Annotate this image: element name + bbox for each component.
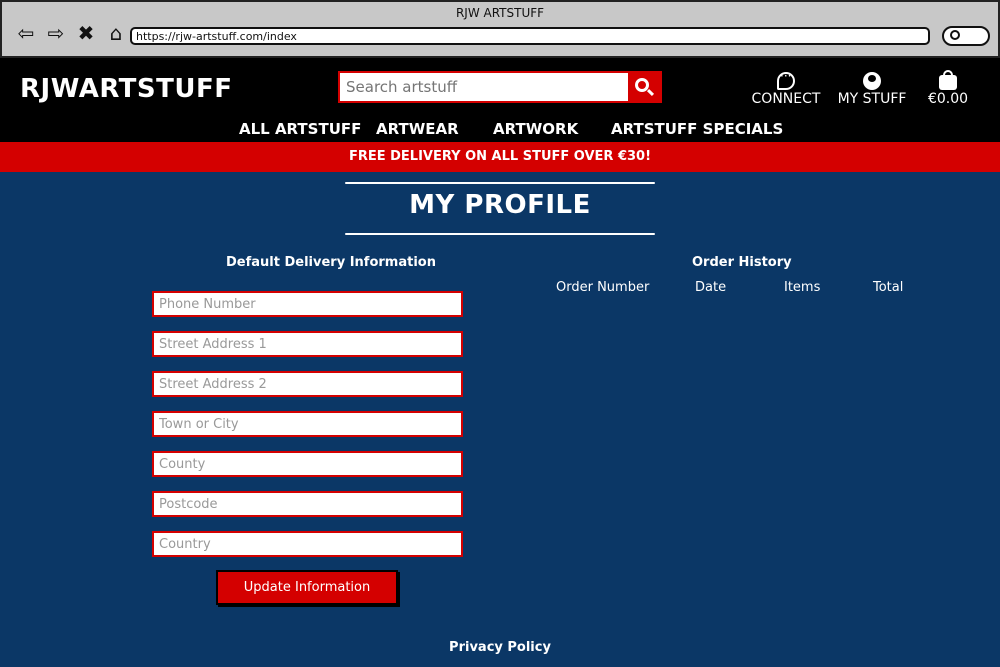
search-input[interactable] [340, 73, 628, 101]
nav-item-artstuff-specials[interactable]: ARTSTUFF SPECIALS [611, 120, 783, 138]
chat-bubble-icon [777, 69, 795, 90]
nav-item-all-artstuff[interactable]: ALL ARTSTUFF [239, 120, 361, 138]
window-title: RJW ARTSTUFF [455, 6, 545, 20]
town-or-city-field[interactable] [152, 411, 463, 437]
back-arrow-icon[interactable]: ⇦ [14, 22, 38, 44]
country-field[interactable] [152, 531, 463, 557]
basket-link[interactable]: €0.00 [924, 70, 972, 107]
browser-nav-buttons: ⇦ ⇨ ✖ ⌂ [14, 22, 128, 44]
search-icon [950, 30, 960, 40]
column-header-date: Date [695, 280, 727, 295]
page-title: MY PROFILE [409, 190, 591, 220]
main-nav: ALL ARTSTUFF ARTWEAR ARTWORK ARTSTUFF SP… [0, 120, 1000, 142]
shopping-bag-icon [939, 70, 957, 90]
column-header-order-number: Order Number [556, 280, 650, 295]
title-divider-top [345, 182, 655, 184]
browser-toolbar: RJW ARTSTUFF ⇦ ⇨ ✖ ⌂ https://rjw-artstuf… [0, 0, 1000, 58]
nav-item-artwear[interactable]: ARTWEAR [376, 120, 459, 138]
county-field[interactable] [152, 451, 463, 477]
street-address-2-field[interactable] [152, 371, 463, 397]
delivery-heading: Default Delivery Information [226, 255, 436, 270]
forward-arrow-icon[interactable]: ⇨ [44, 22, 68, 44]
nav-item-artwork[interactable]: ARTWORK [493, 120, 578, 138]
column-header-total: Total [873, 280, 904, 295]
connect-link[interactable]: CONNECT [750, 69, 822, 107]
site-logo[interactable]: RJWARTSTUFF [20, 74, 233, 104]
user-icon [863, 72, 881, 90]
promo-banner: FREE DELIVERY ON ALL STUFF OVER €30! [0, 142, 1000, 172]
close-x-icon[interactable]: ✖ [74, 22, 98, 44]
my-stuff-link[interactable]: MY STUFF [836, 72, 908, 107]
update-information-button[interactable]: Update Information [216, 570, 398, 605]
column-header-items: Items [784, 280, 821, 295]
site-search [338, 71, 662, 103]
browser-search-field[interactable] [942, 26, 990, 46]
connect-label: CONNECT [751, 91, 821, 107]
title-divider-bottom [345, 233, 655, 235]
basket-total: €0.00 [927, 91, 969, 107]
home-icon[interactable]: ⌂ [104, 22, 128, 44]
postcode-field[interactable] [152, 491, 463, 517]
search-button[interactable] [628, 73, 660, 101]
phone-number-field[interactable] [152, 291, 463, 317]
order-history-heading: Order History [692, 255, 792, 270]
my-stuff-label: MY STUFF [837, 91, 907, 107]
privacy-policy-link[interactable]: Privacy Policy [0, 640, 1000, 655]
url-bar[interactable]: https://rjw-artstuff.com/index [130, 27, 930, 45]
street-address-1-field[interactable] [152, 331, 463, 357]
